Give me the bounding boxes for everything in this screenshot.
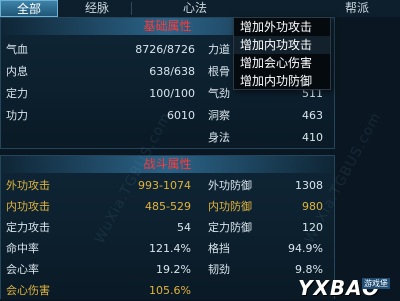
dropdown-item-internal-attack[interactable]: 增加内功攻击 [234,36,330,54]
scrollbar-track[interactable] [335,17,343,299]
stat-label: 格挡 [208,242,230,255]
stat-label: 韧劲 [208,263,230,276]
stat-label: 内功防御 [208,200,252,213]
stat-row: 格挡 94.9% [1,239,334,259]
tab-mind-method[interactable]: 心法 [160,0,230,17]
stat-value: 463 [302,109,323,122]
stat-row: 内功防御 980 [1,197,334,217]
stat-row: 会心伤害 105.6% [1,281,334,301]
stat-label: 洞察 [208,109,230,122]
stat-label: 定力防御 [208,221,252,234]
tab-divider [131,2,132,15]
stat-label: 会心伤害 [6,284,50,297]
tab-bar: 全部 经脉 心法 帮派 [0,0,400,17]
stat-row: 身法 410 [1,128,334,148]
site-logo-subtitle: 游戏堡 [362,278,390,289]
dropdown-item-internal-defense[interactable]: 增加内功防御 [234,72,330,90]
stat-label: 力道 [208,43,230,56]
battle-attributes-title: 战斗属性 [1,156,334,173]
stat-value: 1308 [295,179,323,192]
stat-label: 根骨 [208,65,230,78]
stat-row: 韧劲 9.8% [1,260,334,280]
attribute-dropdown-menu: 增加外功攻击 增加内功攻击 增加会心伤害 增加内功防御 [233,17,331,90]
stat-label: 外功防御 [208,179,252,192]
battle-attributes-panel: 战斗属性 外功攻击 993-1074 内功攻击 485-529 定力攻击 54 … [0,155,335,299]
stat-row: 定力防御 120 [1,218,334,238]
tab-guild[interactable]: 帮派 [332,0,382,17]
dropdown-item-external-attack[interactable]: 增加外功攻击 [234,18,330,36]
stat-value: 410 [302,131,323,144]
stat-label: 身法 [208,131,230,144]
stat-label: 气劲 [208,87,230,100]
stat-value: 105.6% [149,284,191,297]
tab-all[interactable]: 全部 [0,0,58,17]
stat-row: 外功防御 1308 [1,176,334,196]
dropdown-item-crit-damage[interactable]: 增加会心伤害 [234,54,330,72]
tab-meridians[interactable]: 经脉 [64,0,130,17]
